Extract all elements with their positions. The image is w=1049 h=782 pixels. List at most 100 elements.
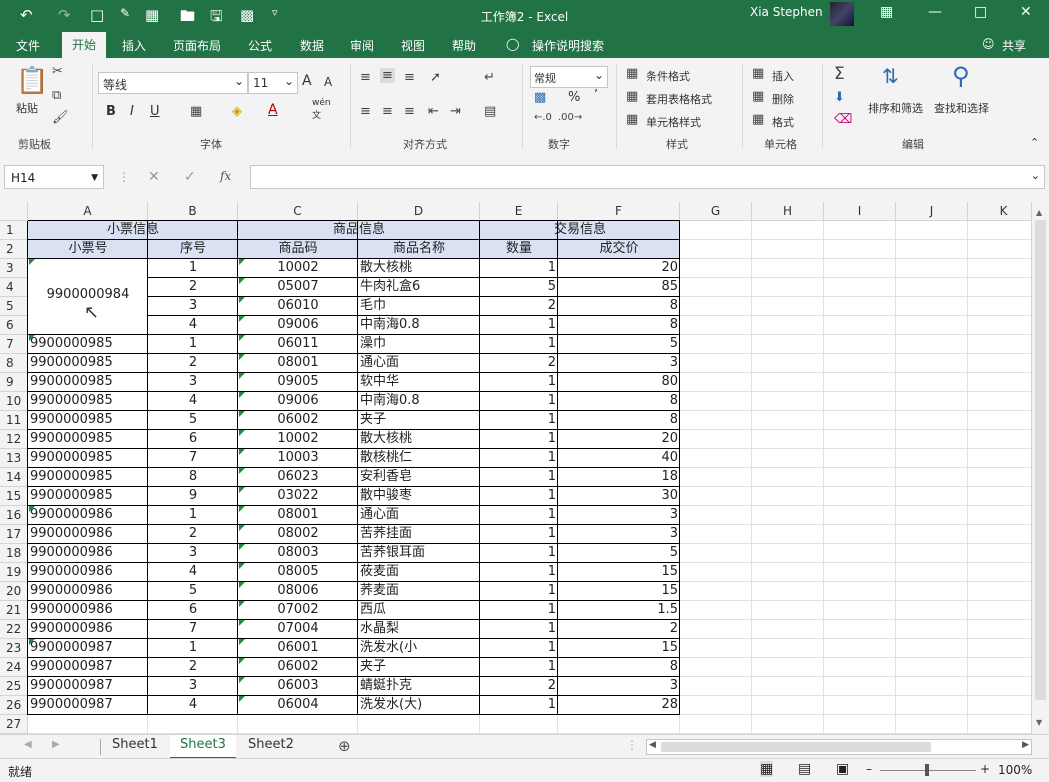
formula-input[interactable]: ⌄: [250, 165, 1045, 189]
seq-cell[interactable]: 1: [148, 639, 238, 658]
normal-view-icon[interactable]: ▦: [760, 761, 774, 777]
row-header-3[interactable]: 3: [0, 259, 28, 278]
group-header[interactable]: 商品信息: [238, 221, 480, 240]
column-header-k[interactable]: K: [968, 202, 1040, 221]
font-name-select[interactable]: 等线 ⌄: [98, 72, 248, 94]
autosum-icon[interactable]: Σ: [834, 64, 845, 84]
column-header-f[interactable]: F: [558, 202, 680, 221]
receipt-cell[interactable]: 9900000985: [28, 392, 148, 411]
tab-page-layout[interactable]: 页面布局: [173, 37, 221, 54]
seq-cell[interactable]: 1: [148, 335, 238, 354]
bold-button[interactable]: B: [106, 104, 116, 119]
name-cell[interactable]: 洗发水(大): [358, 696, 480, 715]
scroll-down-icon[interactable]: ▼: [1036, 714, 1042, 732]
code-cell[interactable]: 08006: [238, 582, 358, 601]
qty-cell[interactable]: 1: [480, 316, 558, 335]
price-cell[interactable]: 20: [558, 259, 680, 278]
code-cell[interactable]: 10003: [238, 449, 358, 468]
add-sheet-icon[interactable]: ⊕: [338, 737, 351, 755]
decrease-indent-icon[interactable]: ⇤: [428, 104, 439, 119]
receipt-cell[interactable]: 9900000985: [28, 468, 148, 487]
name-cell[interactable]: 苦荞银耳面: [358, 544, 480, 563]
row-header-11[interactable]: 11: [0, 411, 28, 430]
find-select-button[interactable]: 查找和选择: [934, 100, 989, 116]
code-cell[interactable]: 10002: [238, 430, 358, 449]
seq-cell[interactable]: 5: [148, 582, 238, 601]
qty-cell[interactable]: 1: [480, 373, 558, 392]
row-header-15[interactable]: 15: [0, 487, 28, 506]
tab-review[interactable]: 审阅: [350, 37, 374, 54]
column-title[interactable]: 商品码: [238, 240, 358, 259]
row-header-7[interactable]: 7: [0, 335, 28, 354]
sort-filter-button[interactable]: 排序和筛选: [868, 100, 923, 116]
sheet-tab-sheet3[interactable]: Sheet3: [170, 735, 236, 759]
name-cell[interactable]: 夹子: [358, 658, 480, 677]
tab-insert[interactable]: 插入: [122, 37, 146, 54]
name-cell[interactable]: 散大核桃: [358, 259, 480, 278]
receipt-cell[interactable]: 9900000987: [28, 677, 148, 696]
qty-cell[interactable]: 1: [480, 487, 558, 506]
fill-icon[interactable]: ⬇: [834, 90, 845, 105]
seq-cell[interactable]: 5: [148, 411, 238, 430]
phonetic-button[interactable]: wén 文: [312, 98, 331, 121]
merge-center-icon[interactable]: ▤: [484, 104, 496, 119]
qty-cell[interactable]: 2: [480, 297, 558, 316]
price-cell[interactable]: 3: [558, 506, 680, 525]
row-header-16[interactable]: 16: [0, 506, 28, 525]
price-cell[interactable]: 30: [558, 487, 680, 506]
price-cell[interactable]: 40: [558, 449, 680, 468]
price-cell[interactable]: 8: [558, 316, 680, 335]
receipt-cell[interactable]: 9900000986: [28, 506, 148, 525]
seq-cell[interactable]: 4: [148, 563, 238, 582]
qty-cell[interactable]: 1: [480, 639, 558, 658]
group-header[interactable]: 交易信息: [480, 221, 680, 240]
name-cell[interactable]: 散核桃仁: [358, 449, 480, 468]
price-cell[interactable]: 8: [558, 658, 680, 677]
code-cell[interactable]: 08005: [238, 563, 358, 582]
column-title[interactable]: 商品名称: [358, 240, 480, 259]
column-header-b[interactable]: B: [148, 202, 238, 221]
price-cell[interactable]: 80: [558, 373, 680, 392]
row-header-20[interactable]: 20: [0, 582, 28, 601]
align-left-icon[interactable]: ≡: [360, 104, 371, 119]
align-middle-icon[interactable]: ≡: [380, 68, 395, 83]
tab-help[interactable]: 帮助: [452, 37, 476, 54]
receipt-cell[interactable]: 9900000986: [28, 582, 148, 601]
seq-cell[interactable]: 2: [148, 525, 238, 544]
splitter-icon[interactable]: ⋮: [626, 738, 638, 752]
seq-cell[interactable]: 3: [148, 544, 238, 563]
comma-button[interactable]: ’: [594, 88, 598, 103]
name-cell[interactable]: 安利香皂: [358, 468, 480, 487]
enter-icon[interactable]: ✓: [184, 169, 196, 185]
align-right-icon[interactable]: ≡: [404, 104, 415, 119]
qty-cell[interactable]: 1: [480, 449, 558, 468]
share-button[interactable]: 共享: [1002, 37, 1026, 54]
ribbon-display-options-icon[interactable]: ▦: [880, 4, 893, 20]
name-cell[interactable]: 通心面: [358, 354, 480, 373]
column-header-e[interactable]: E: [480, 202, 558, 221]
qty-cell[interactable]: 1: [480, 411, 558, 430]
receipt-cell[interactable]: 9900000986: [28, 563, 148, 582]
seq-cell[interactable]: 6: [148, 601, 238, 620]
row-header-14[interactable]: 14: [0, 468, 28, 487]
price-cell[interactable]: 15: [558, 563, 680, 582]
font-size-select[interactable]: 11 ⌄: [248, 72, 298, 94]
column-header-a[interactable]: A: [28, 202, 148, 221]
seq-cell[interactable]: 3: [148, 677, 238, 696]
format-painter-icon[interactable]: 🖌: [52, 110, 69, 125]
maximize-icon[interactable]: □: [974, 4, 987, 20]
insert-function-button[interactable]: fx: [220, 169, 231, 183]
avatar[interactable]: [830, 2, 854, 26]
code-cell[interactable]: 03022: [238, 487, 358, 506]
row-header-26[interactable]: 26: [0, 696, 28, 715]
increase-indent-icon[interactable]: ⇥: [450, 104, 461, 119]
receipt-cell[interactable]: 9900000987: [28, 696, 148, 715]
row-header-6[interactable]: 6: [0, 316, 28, 335]
code-cell[interactable]: 07002: [238, 601, 358, 620]
underline-button[interactable]: U: [150, 104, 160, 119]
receipt-cell[interactable]: 9900000987: [28, 639, 148, 658]
code-cell[interactable]: 09005: [238, 373, 358, 392]
row-header-24[interactable]: 24: [0, 658, 28, 677]
code-cell[interactable]: 06011: [238, 335, 358, 354]
row-header-10[interactable]: 10: [0, 392, 28, 411]
